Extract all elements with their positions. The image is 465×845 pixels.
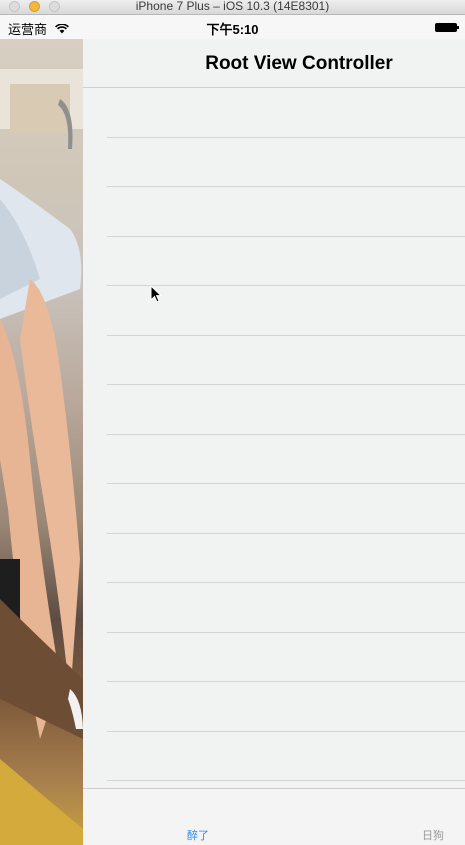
table-row[interactable] (83, 138, 465, 187)
row-separator (107, 780, 465, 781)
table-row[interactable] (83, 286, 465, 336)
window-title: iPhone 7 Plus – iOS 10.3 (14E8301) (135, 0, 330, 13)
status-bar: 运营商 下午5:10 (0, 15, 465, 39)
mouse-cursor-icon (150, 284, 163, 308)
simulator-title-bar: iPhone 7 Plus – iOS 10.3 (14E8301) (0, 0, 465, 15)
table-row[interactable] (83, 682, 465, 732)
status-time: 下午5:10 (206, 22, 259, 37)
table-row[interactable] (83, 633, 465, 682)
tab-bar: 醉了 日狗 (83, 788, 465, 845)
page-title: Root View Controller (205, 53, 393, 74)
table-row[interactable] (83, 336, 465, 385)
table-row[interactable] (83, 435, 465, 484)
tab-item-zuile[interactable]: 醉了 (187, 827, 209, 843)
table-row[interactable] (83, 534, 465, 583)
table-view[interactable] (83, 88, 465, 788)
simulator-window: iPhone 7 Plus – iOS 10.3 (14E8301) 运营商 下… (0, 0, 465, 845)
battery-icon (435, 23, 459, 32)
table-row[interactable] (83, 237, 465, 286)
tab-item-rigou[interactable]: 日狗 (422, 827, 444, 843)
navigation-bar: Root View Controller (83, 39, 465, 88)
table-row[interactable] (83, 88, 465, 138)
drawer-photo (0, 39, 83, 845)
table-row[interactable] (83, 583, 465, 633)
table-row[interactable] (83, 385, 465, 435)
table-row[interactable] (83, 484, 465, 534)
table-row[interactable] (83, 732, 465, 781)
table-row[interactable] (83, 187, 465, 237)
